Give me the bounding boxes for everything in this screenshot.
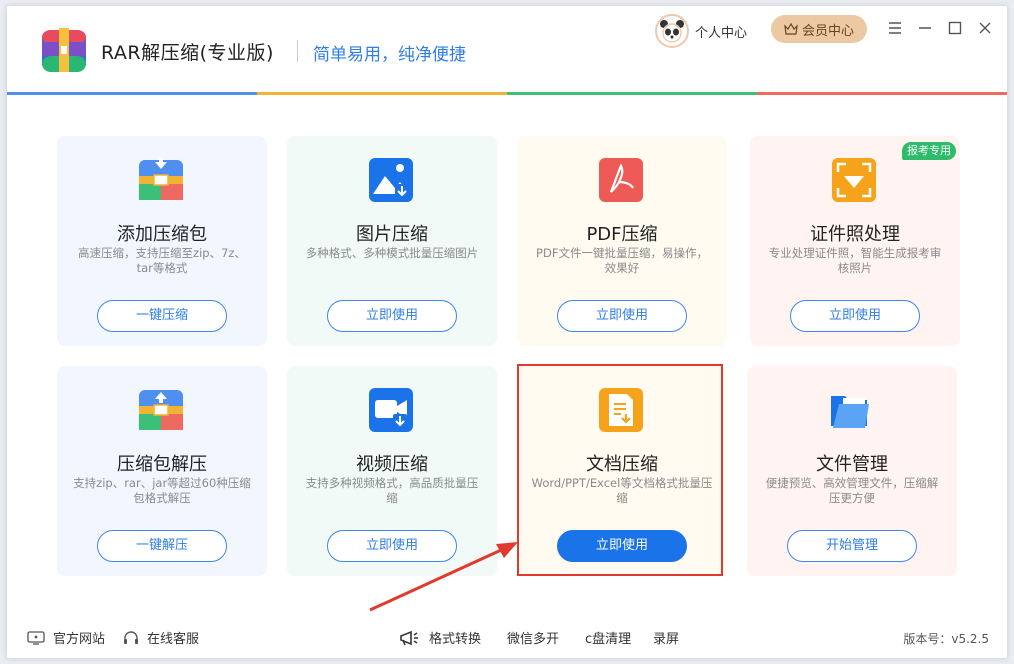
card-file-manager: 文件管理 便捷预览、高效管理文件，压缩解压更方便 开始管理 (747, 366, 957, 576)
accent-bar (7, 92, 1007, 95)
app-slogan: 简单易用，纯净便捷 (313, 45, 466, 65)
unzip-archive-icon (139, 390, 183, 430)
pdf-use-now-button[interactable]: 立即使用 (557, 300, 687, 332)
card-description: 高速压缩，支持压缩至zip、7z、tar等格式 (78, 246, 246, 275)
app-logo-icon (42, 28, 86, 72)
card-description: 便捷预览、高效管理文件，压缩解压更方便 (765, 476, 939, 505)
card-title: 图片压缩 (356, 224, 428, 245)
card-pdf-compress: PDF压缩 PDF文件一键批量压缩，易操作，效果好 立即使用 (517, 136, 727, 346)
card-extract-archive: 压缩包解压 支持zip、rar、jar等超过60种压缩包格式解压 一键解压 (57, 366, 267, 576)
online-service-link[interactable]: 在线客服 (123, 628, 199, 647)
extract-now-button[interactable]: 一键解压 (97, 530, 227, 562)
c-drive-clean-label: c盘清理 (585, 632, 632, 647)
document-use-now-button[interactable]: 立即使用 (557, 530, 687, 562)
wechat-multi-link[interactable]: 微信多开 (507, 628, 559, 647)
zip-archive-icon (139, 158, 183, 200)
card-title: 视频压缩 (356, 454, 428, 475)
card-image-compress: 图片压缩 多种格式、多种模式批量压缩图片 立即使用 (287, 136, 497, 346)
document-compress-icon (599, 388, 643, 432)
vip-center-button[interactable]: 会员中心 (771, 15, 867, 43)
format-convert-label: 格式转换 (429, 632, 482, 647)
folder-icon (831, 396, 869, 428)
c-drive-clean-link[interactable]: c盘清理 (585, 628, 631, 647)
minimize-icon[interactable] (917, 20, 933, 36)
crown-icon (784, 23, 798, 35)
image-use-now-button[interactable]: 立即使用 (327, 300, 457, 332)
avatar (655, 14, 689, 48)
user-center-button[interactable]: 个人中心 (655, 14, 747, 48)
id-photo-use-now-button[interactable]: 立即使用 (790, 300, 920, 332)
maximize-icon[interactable] (947, 20, 963, 36)
vip-center-label: 会员中心 (801, 23, 854, 39)
card-id-photo: 报考专用 证件照处理 专业处理证件照，智能生成报考审核照片 立即使用 (750, 136, 960, 346)
footer-bar: 官方网站 在线客服 格式转换 微信多开 c盘清理 录屏 版本号：v5.2.5 (7, 618, 1007, 658)
card-video-compress: 视频压缩 支持多种视频格式，高品质批量压缩 立即使用 (287, 366, 497, 576)
wechat-multi-label: 微信多开 (507, 632, 560, 647)
title-bar: RAR解压缩(专业版) 简单易用，纯净便捷 个人中心 会员中心 (7, 6, 1007, 92)
card-add-archive: 添加压缩包 高速压缩，支持压缩至zip、7z、tar等格式 一键压缩 (57, 136, 267, 346)
panda-avatar-icon (660, 20, 684, 43)
video-compress-icon (369, 388, 413, 432)
pdf-icon (599, 158, 643, 202)
menu-icon[interactable] (887, 20, 903, 36)
card-title: 文件管理 (816, 454, 888, 475)
card-title: 证件照处理 (810, 224, 900, 245)
title-divider (297, 40, 298, 62)
close-icon[interactable] (977, 20, 993, 36)
card-title: 压缩包解压 (117, 454, 207, 475)
card-description: 支持zip、rar、jar等超过60种压缩包格式解压 (73, 476, 251, 505)
screen-record-link[interactable]: 录屏 (653, 628, 679, 647)
monitor-icon (27, 630, 45, 645)
headset-icon (124, 630, 138, 644)
card-description: 多种格式、多种模式批量压缩图片 (305, 246, 479, 260)
image-compress-icon (369, 158, 413, 202)
exam-tag-badge: 报考专用 (902, 142, 956, 160)
online-service-label: 在线客服 (147, 632, 200, 647)
card-title: PDF压缩 (586, 224, 658, 245)
card-title: 文档压缩 (586, 454, 658, 475)
card-document-compress: 文档压缩 Word/PPT/Excel等文档格式批量压缩 立即使用 (517, 366, 727, 576)
card-description: 专业处理证件照，智能生成报考审核照片 (768, 246, 942, 275)
official-website-label: 官方网站 (53, 632, 106, 647)
app-window: RAR解压缩(专业版) 简单易用，纯净便捷 个人中心 会员中心 添加压缩包 高速… (7, 6, 1007, 658)
app-title: RAR解压缩(专业版) (101, 42, 274, 64)
version-label: 版本号：v5.2.5 (903, 632, 989, 646)
video-use-now-button[interactable]: 立即使用 (327, 530, 457, 562)
card-description: Word/PPT/Excel等文档格式批量压缩 (531, 476, 713, 505)
user-center-label: 个人中心 (695, 25, 748, 41)
start-manage-button[interactable]: 开始管理 (787, 530, 917, 562)
card-title: 添加压缩包 (117, 224, 207, 245)
screen-record-label: 录屏 (653, 632, 680, 647)
official-website-link[interactable]: 官方网站 (27, 628, 105, 647)
megaphone-icon (400, 630, 418, 645)
id-photo-icon (832, 158, 876, 202)
compress-now-button[interactable]: 一键压缩 (97, 300, 227, 332)
card-description: 支持多种视频格式，高品质批量压缩 (305, 476, 479, 505)
card-description: PDF文件一键批量压缩，易操作，效果好 (536, 246, 708, 275)
format-convert-link[interactable]: 格式转换 (399, 628, 481, 647)
